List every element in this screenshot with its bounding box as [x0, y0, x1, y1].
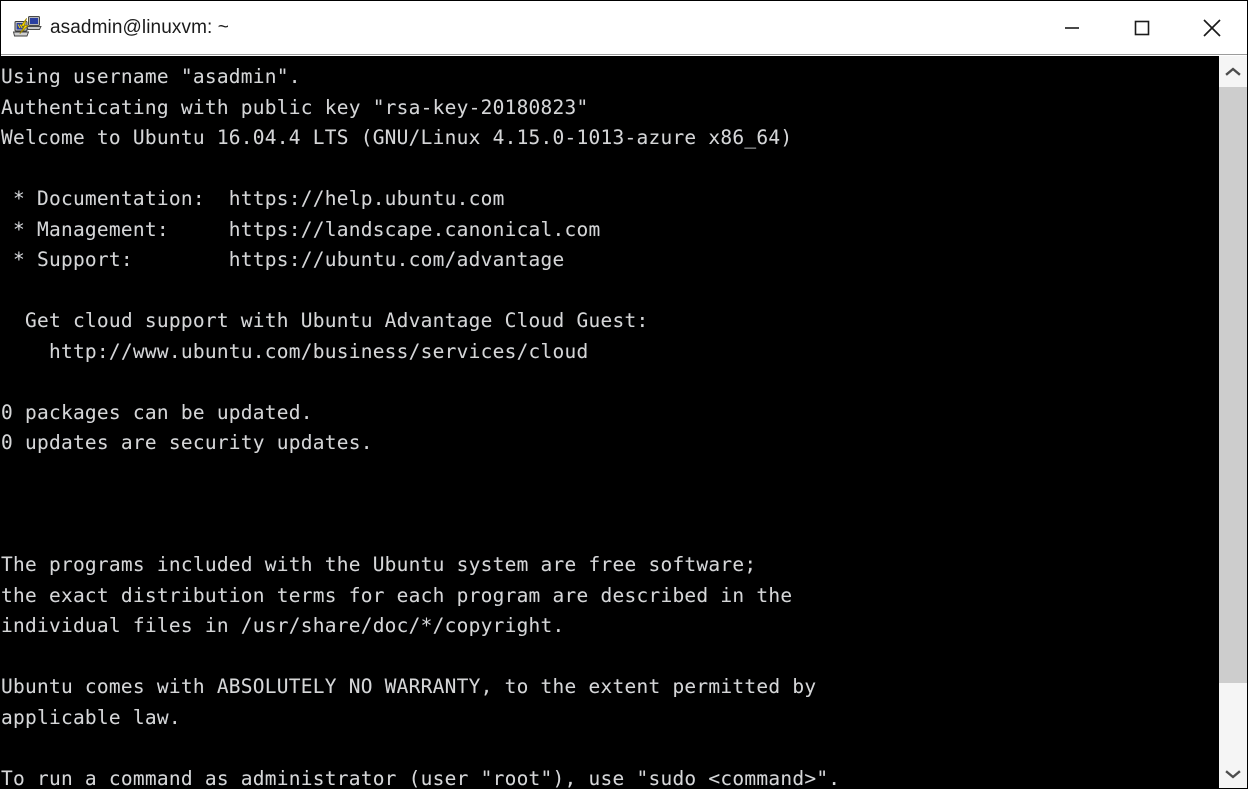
minimize-button[interactable] [1037, 1, 1107, 54]
vertical-scrollbar[interactable] [1218, 56, 1247, 788]
scrollbar-track[interactable] [1219, 683, 1247, 758]
close-button[interactable] [1177, 1, 1247, 54]
scrollbar-thumb[interactable] [1219, 87, 1247, 683]
window-controls [1037, 1, 1247, 54]
window-title: asadmin@linuxvm: ~ [50, 16, 229, 38]
scrollbar-up-button[interactable] [1219, 56, 1247, 87]
maximize-icon [1134, 20, 1150, 35]
title-bar[interactable]: asadmin@linuxvm: ~ [1, 1, 1247, 55]
scrollbar-down-button[interactable] [1219, 758, 1247, 788]
terminal-output-area[interactable]: Using username "asadmin". Authenticating… [1, 56, 1218, 789]
chevron-up-icon [1225, 66, 1241, 76]
chevron-down-icon [1225, 769, 1241, 779]
maximize-button[interactable] [1107, 1, 1177, 54]
terminal-text: Using username "asadmin". Authenticating… [1, 65, 841, 789]
putty-icon [12, 13, 42, 43]
putty-terminal-window: asadmin@linuxvm: ~ Using username "asadm… [0, 0, 1248, 789]
close-icon [1203, 18, 1221, 37]
minimize-icon [1065, 26, 1079, 29]
